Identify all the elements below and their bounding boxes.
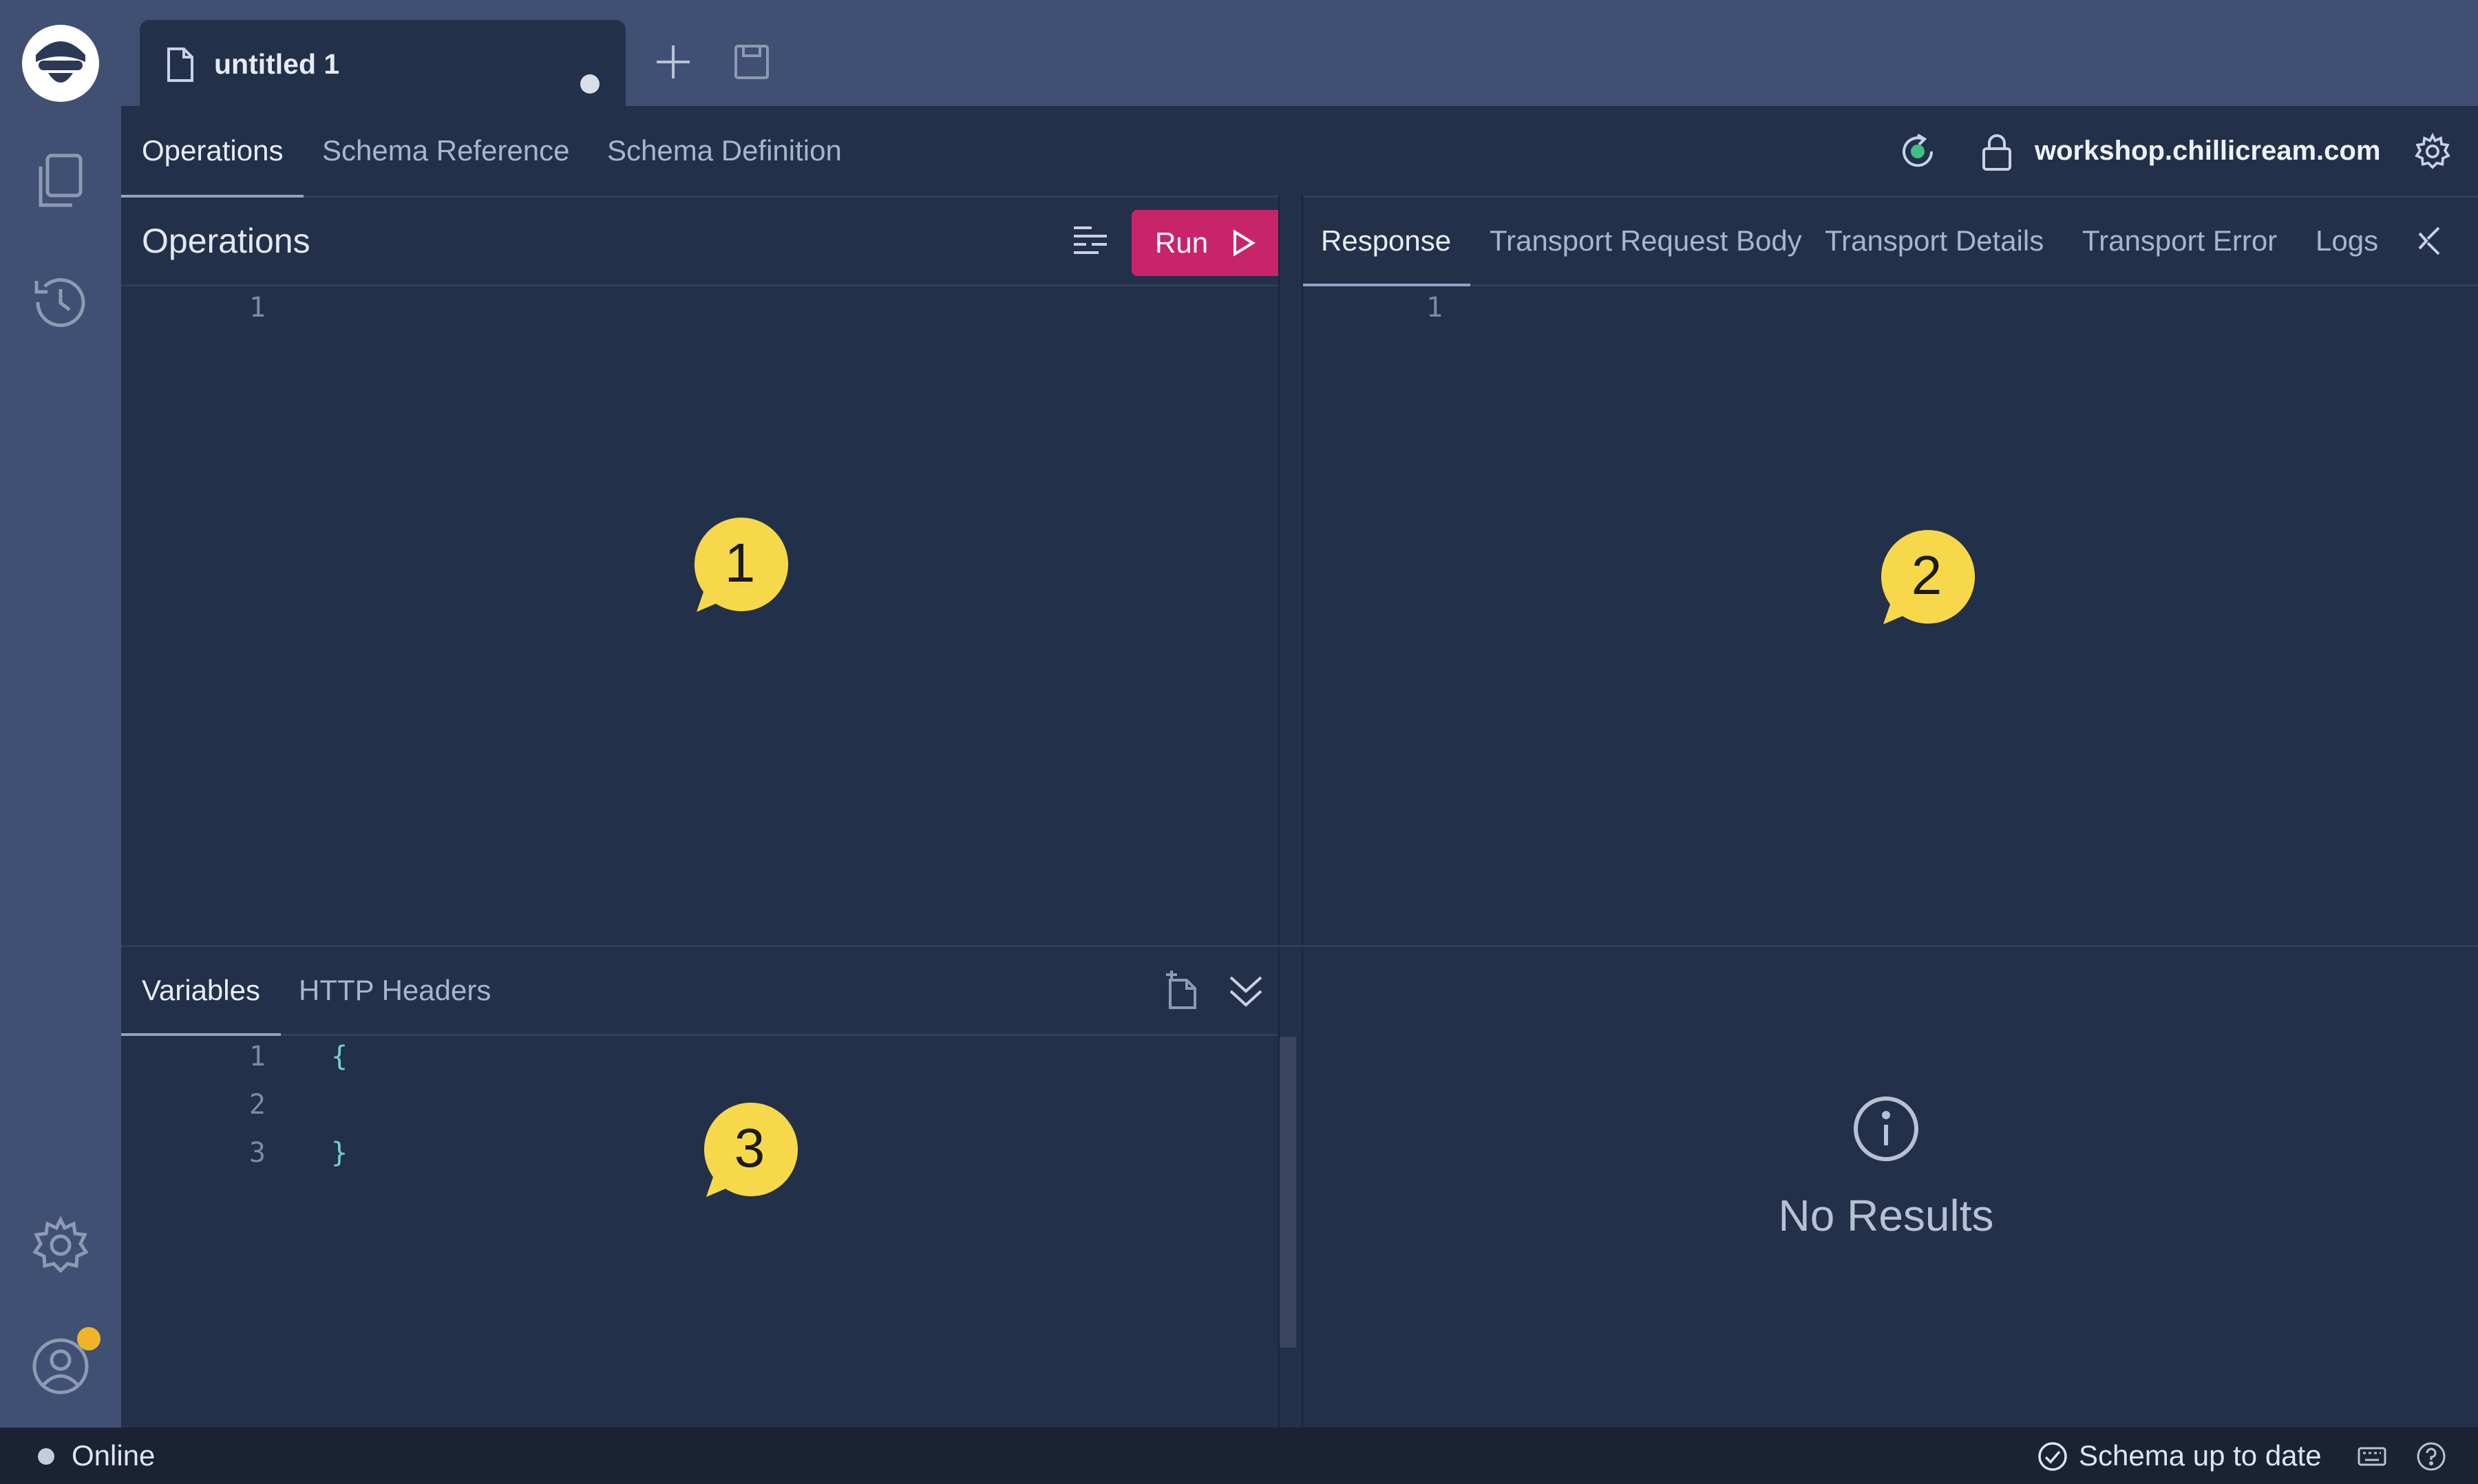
annotation-bubble: 1 bbox=[688, 512, 792, 615]
refresh-schema-icon[interactable] bbox=[1897, 131, 1938, 172]
bubble-label: 3 bbox=[734, 1117, 765, 1178]
line-number: 3 bbox=[248, 1137, 266, 1169]
line-number: 1 bbox=[248, 292, 266, 324]
notification-badge bbox=[77, 1327, 100, 1350]
tab-transport-request-body[interactable]: Transport Request Body bbox=[1490, 198, 1802, 284]
no-results: No Results bbox=[1556, 1094, 2216, 1241]
schema-status[interactable]: Schema up to date bbox=[2079, 1428, 2322, 1484]
tab-operations[interactable]: Operations bbox=[120, 106, 304, 198]
variables-header: Variables HTTP Headers bbox=[121, 947, 1278, 1036]
connection-status-dot bbox=[38, 1448, 54, 1465]
history-icon[interactable] bbox=[30, 271, 92, 333]
operations-header: Operations Run bbox=[121, 198, 1286, 286]
settings-icon[interactable] bbox=[30, 1214, 92, 1276]
operations-title: Operations bbox=[142, 222, 310, 260]
line-number: 1 bbox=[1426, 292, 1443, 324]
connection-settings-icon[interactable] bbox=[2413, 132, 2452, 171]
play-icon bbox=[1233, 229, 1256, 257]
run-button[interactable]: Run bbox=[1132, 210, 1286, 276]
help-icon[interactable] bbox=[2416, 1441, 2446, 1472]
unsaved-indicator[interactable] bbox=[580, 74, 600, 94]
app-logo-icon[interactable] bbox=[21, 23, 100, 103]
tab-http-headers[interactable]: HTTP Headers bbox=[299, 947, 491, 1034]
documents-icon[interactable] bbox=[30, 150, 92, 212]
prettify-icon[interactable] bbox=[1071, 224, 1110, 259]
left-rail bbox=[0, 0, 121, 1428]
keyboard-icon[interactable] bbox=[2357, 1443, 2387, 1470]
bubble-label: 1 bbox=[724, 532, 756, 593]
tab-transport-error[interactable]: Transport Error bbox=[2082, 198, 2277, 284]
info-icon bbox=[1854, 1096, 1918, 1161]
bubble-label: 2 bbox=[1911, 544, 1942, 606]
collapse-icon[interactable] bbox=[2414, 224, 2448, 258]
connection-status: Online bbox=[72, 1439, 156, 1472]
annotation-bubble: 2 bbox=[1875, 524, 1978, 628]
tab-variables[interactable]: Variables bbox=[121, 947, 281, 1036]
annotation-bubble: 3 bbox=[698, 1097, 801, 1200]
tab-schema-reference[interactable]: Schema Reference bbox=[322, 106, 570, 195]
line-number: 1 bbox=[248, 1041, 266, 1072]
tab-logs[interactable]: Logs bbox=[2316, 198, 2378, 284]
document-tab-title: untitled 1 bbox=[214, 48, 340, 80]
chevron-down-icon[interactable] bbox=[1227, 972, 1265, 1010]
check-circle-icon bbox=[2038, 1442, 2067, 1471]
document-tab[interactable]: untitled 1 bbox=[140, 20, 626, 106]
add-tab-icon[interactable] bbox=[654, 43, 692, 81]
line-number: 2 bbox=[248, 1089, 266, 1121]
top-nav: Operations Schema Reference Schema Defin… bbox=[120, 106, 2478, 198]
tab-response[interactable]: Response bbox=[1301, 198, 1471, 286]
variables-scrollbar[interactable] bbox=[1280, 1037, 1296, 1348]
variables-file-icon[interactable] bbox=[1163, 971, 1202, 1012]
run-button-label: Run bbox=[1155, 226, 1209, 259]
endpoint-url[interactable]: workshop.chillicream.com bbox=[2035, 106, 2380, 195]
tab-schema-definition[interactable]: Schema Definition bbox=[607, 106, 842, 195]
file-icon bbox=[167, 47, 193, 82]
code-line[interactable]: { bbox=[331, 1041, 348, 1072]
response-header: Response Transport Request Body Transpor… bbox=[1300, 198, 2478, 286]
lock-icon bbox=[1982, 134, 2011, 171]
code-line[interactable]: } bbox=[331, 1137, 348, 1169]
no-results-text: No Results bbox=[1778, 1191, 1994, 1240]
save-icon[interactable] bbox=[732, 43, 771, 81]
tab-transport-details[interactable]: Transport Details bbox=[1825, 198, 2044, 284]
